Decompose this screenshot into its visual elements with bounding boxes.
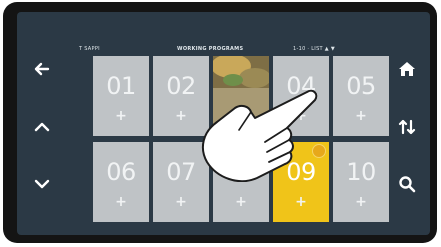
home-button[interactable] [390,52,424,86]
swap-button[interactable] [390,110,424,144]
plus-icon: + [115,108,127,124]
header-title: WORKING PROGRAMS [177,46,244,52]
plus-icon: + [235,194,247,210]
scroll-up-button[interactable] [25,110,59,144]
chevron-down-icon [34,179,50,189]
swap-arrows-icon [398,119,416,135]
program-tile-10[interactable]: 10 + [333,142,389,222]
arrow-left-icon [34,62,50,76]
program-header: T SAPPI WORKING PROGRAMS 1-10 · LIST ▲ ▼ [79,45,379,55]
home-icon [399,62,415,76]
program-number: 01 [106,72,136,100]
plus-icon: + [355,194,367,210]
plus-icon: + [295,194,307,210]
touch-screen: T SAPPI WORKING PROGRAMS 1-10 · LIST ▲ ▼… [17,12,430,235]
program-number: 05 [346,72,376,100]
scroll-down-button[interactable] [25,167,59,201]
program-tile-05[interactable]: 05 + [333,56,389,136]
touch-hand-icon [201,89,318,182]
search-button[interactable] [390,167,424,201]
plus-icon: + [175,194,187,210]
program-number: 06 [106,158,136,186]
device-frame: T SAPPI WORKING PROGRAMS 1-10 · LIST ▲ ▼… [3,2,437,243]
header-right-label: 1-10 · LIST ▲ ▼ [293,46,335,52]
program-tile-06[interactable]: 06 + [93,142,149,222]
program-tile-01[interactable]: 01 + [93,56,149,136]
chevron-up-icon [34,122,50,132]
plus-icon: + [115,194,127,210]
plus-icon: + [355,108,367,124]
back-button[interactable] [25,52,59,86]
header-left-label: T SAPPI [79,46,100,52]
search-icon [399,176,416,193]
program-number: 10 [346,158,376,186]
